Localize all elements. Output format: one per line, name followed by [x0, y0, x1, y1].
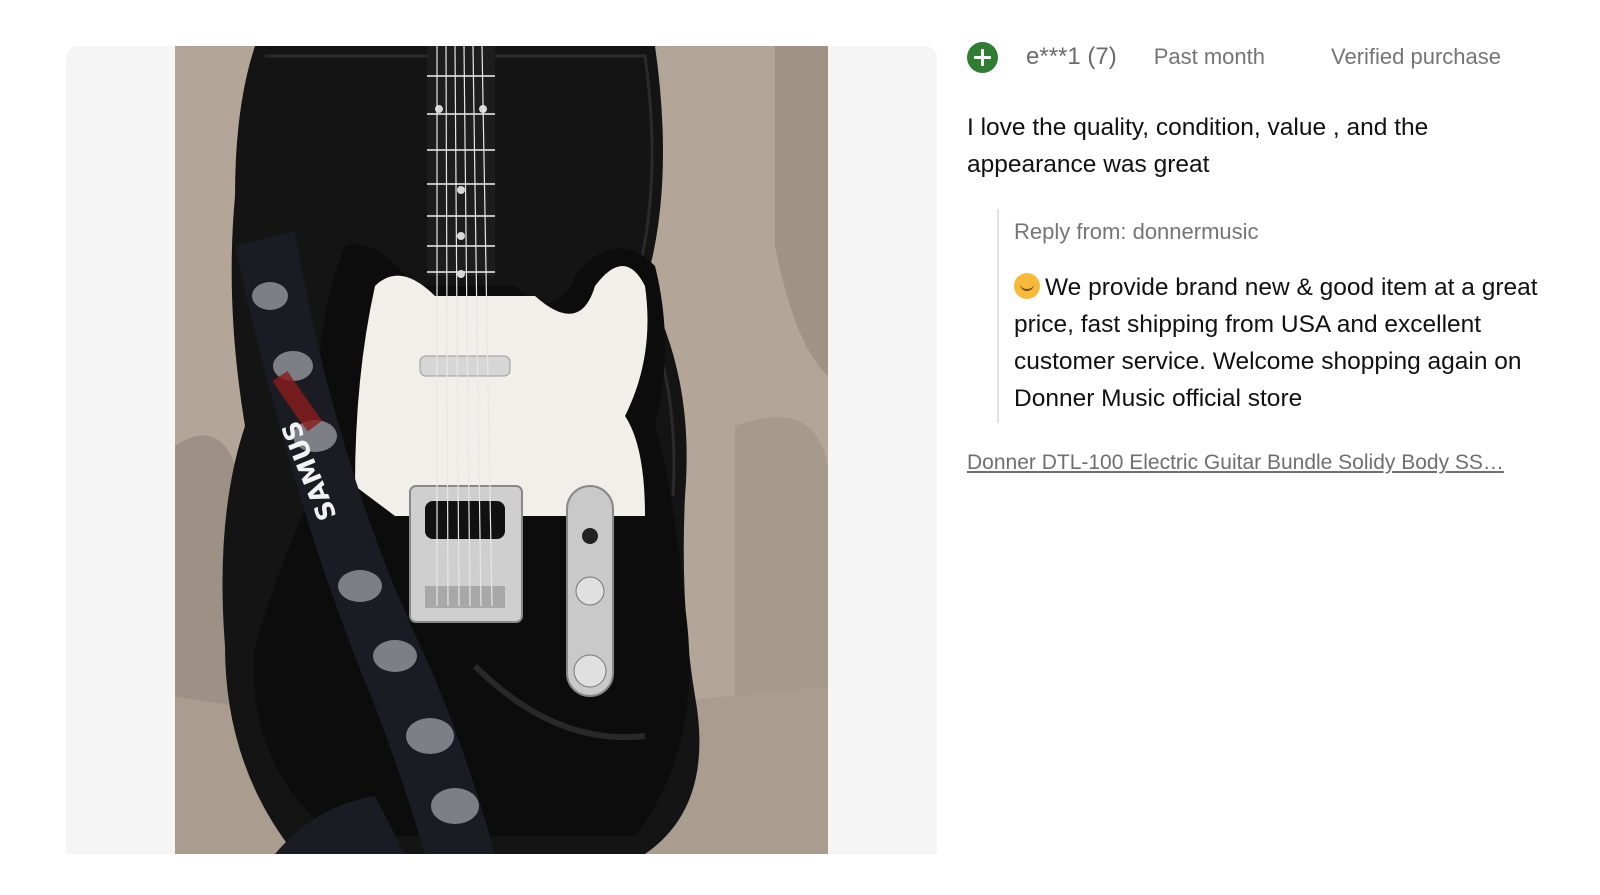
review-content: e***1 (7) Past month Verified purchase I… — [967, 40, 1567, 475]
plus-circle-icon[interactable] — [967, 41, 998, 73]
review-body: I love the quality, condition, value , a… — [967, 114, 1429, 178]
review-date: Past month — [1153, 44, 1265, 69]
reply-label: Reply from: donnermusic — [1014, 219, 1259, 244]
reviewer-name[interactable]: e***1 (7) — [1026, 43, 1117, 71]
seller-reply: Reply from: donnermusic We provide brand… — [997, 209, 1567, 423]
review-page: SAMUS e***1 (7) Past month Verified purc… — [0, 0, 1600, 895]
reply-text: We provide brand new & good item at a gr… — [1014, 274, 1538, 412]
reply-body: We provide brand new & good item at a gr… — [1014, 269, 1567, 423]
verified-purchase-badge: Verified purchase — [1331, 44, 1501, 69]
smiling-face-icon — [1014, 273, 1040, 299]
guitar-photo-image: SAMUS — [175, 46, 828, 854]
review-meta: e***1 (7) Past month Verified purchase — [967, 40, 1567, 74]
review-photo[interactable]: SAMUS — [175, 46, 828, 854]
product-link[interactable]: Donner DTL-100 Electric Guitar Bundle So… — [967, 451, 1533, 475]
review-photo-panel[interactable]: SAMUS — [66, 46, 937, 854]
